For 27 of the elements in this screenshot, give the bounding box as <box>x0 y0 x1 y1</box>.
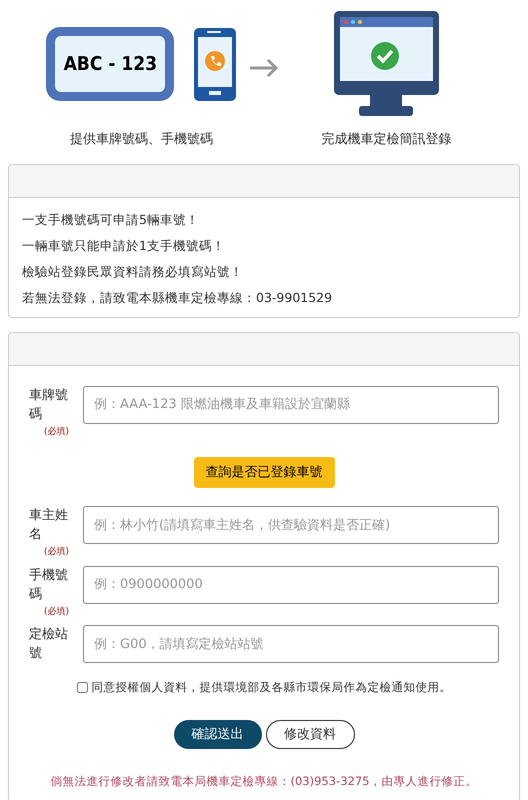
edit-button[interactable]: 修改資料 <box>266 720 354 750</box>
arrow-icon <box>248 58 280 78</box>
notice-text: 若無法登錄，請致電本縣機車定檢專線：03-9901529 <box>22 288 334 306</box>
required-note: (必填) <box>44 546 69 559</box>
plate-number: ABC - 123 <box>64 52 158 77</box>
monitor-icon <box>334 11 440 117</box>
step-caption: 提供車牌號碼、手機號碼 <box>70 131 213 149</box>
field-label: 定檢站號 <box>29 626 69 663</box>
input-field[interactable]: 例：AAA-123 限燃油機車及車籍設於宜蘭縣 <box>83 386 499 424</box>
check-registration-button[interactable]: 查詢是否已登錄車號 <box>194 457 334 488</box>
field-label: 手機號碼 <box>29 566 69 604</box>
consent-label: 同意授權個人資料，提供環境部及各縣市環保局作為定檢通知使用。 <box>92 679 452 696</box>
notice-text: 一支手機號碼可申請5輛車號！ <box>22 210 200 228</box>
step-caption: 完成機車定檢簡訊登錄 <box>322 131 452 149</box>
input-field[interactable]: 例：0900000000 <box>83 566 499 604</box>
field-label: 車主姓名 <box>29 507 69 544</box>
field-label: 車牌號碼 <box>29 386 69 424</box>
required-note: (必填) <box>44 606 69 618</box>
consent-checkbox[interactable] <box>76 682 88 694</box>
footnote-text: 倘無法進行修改者請致電本局機車定檢專線：(03)953-3275，由專人進行修正。 <box>50 773 478 790</box>
submit-button[interactable]: 確認送出 <box>174 720 262 750</box>
required-note: (必填) <box>44 426 69 438</box>
input-field[interactable]: 例：G00，請填寫定檢站站號 <box>83 625 499 663</box>
notice-text: 檢驗站登錄民眾資料請務必填寫站號！ <box>22 262 244 280</box>
phone-icon <box>194 28 236 100</box>
input-field[interactable]: 例：林小竹(請填寫車主姓名，供查驗資料是否正確) <box>83 506 499 544</box>
notice-text: 一輛車號只能申請於1支手機號碼！ <box>22 236 226 254</box>
